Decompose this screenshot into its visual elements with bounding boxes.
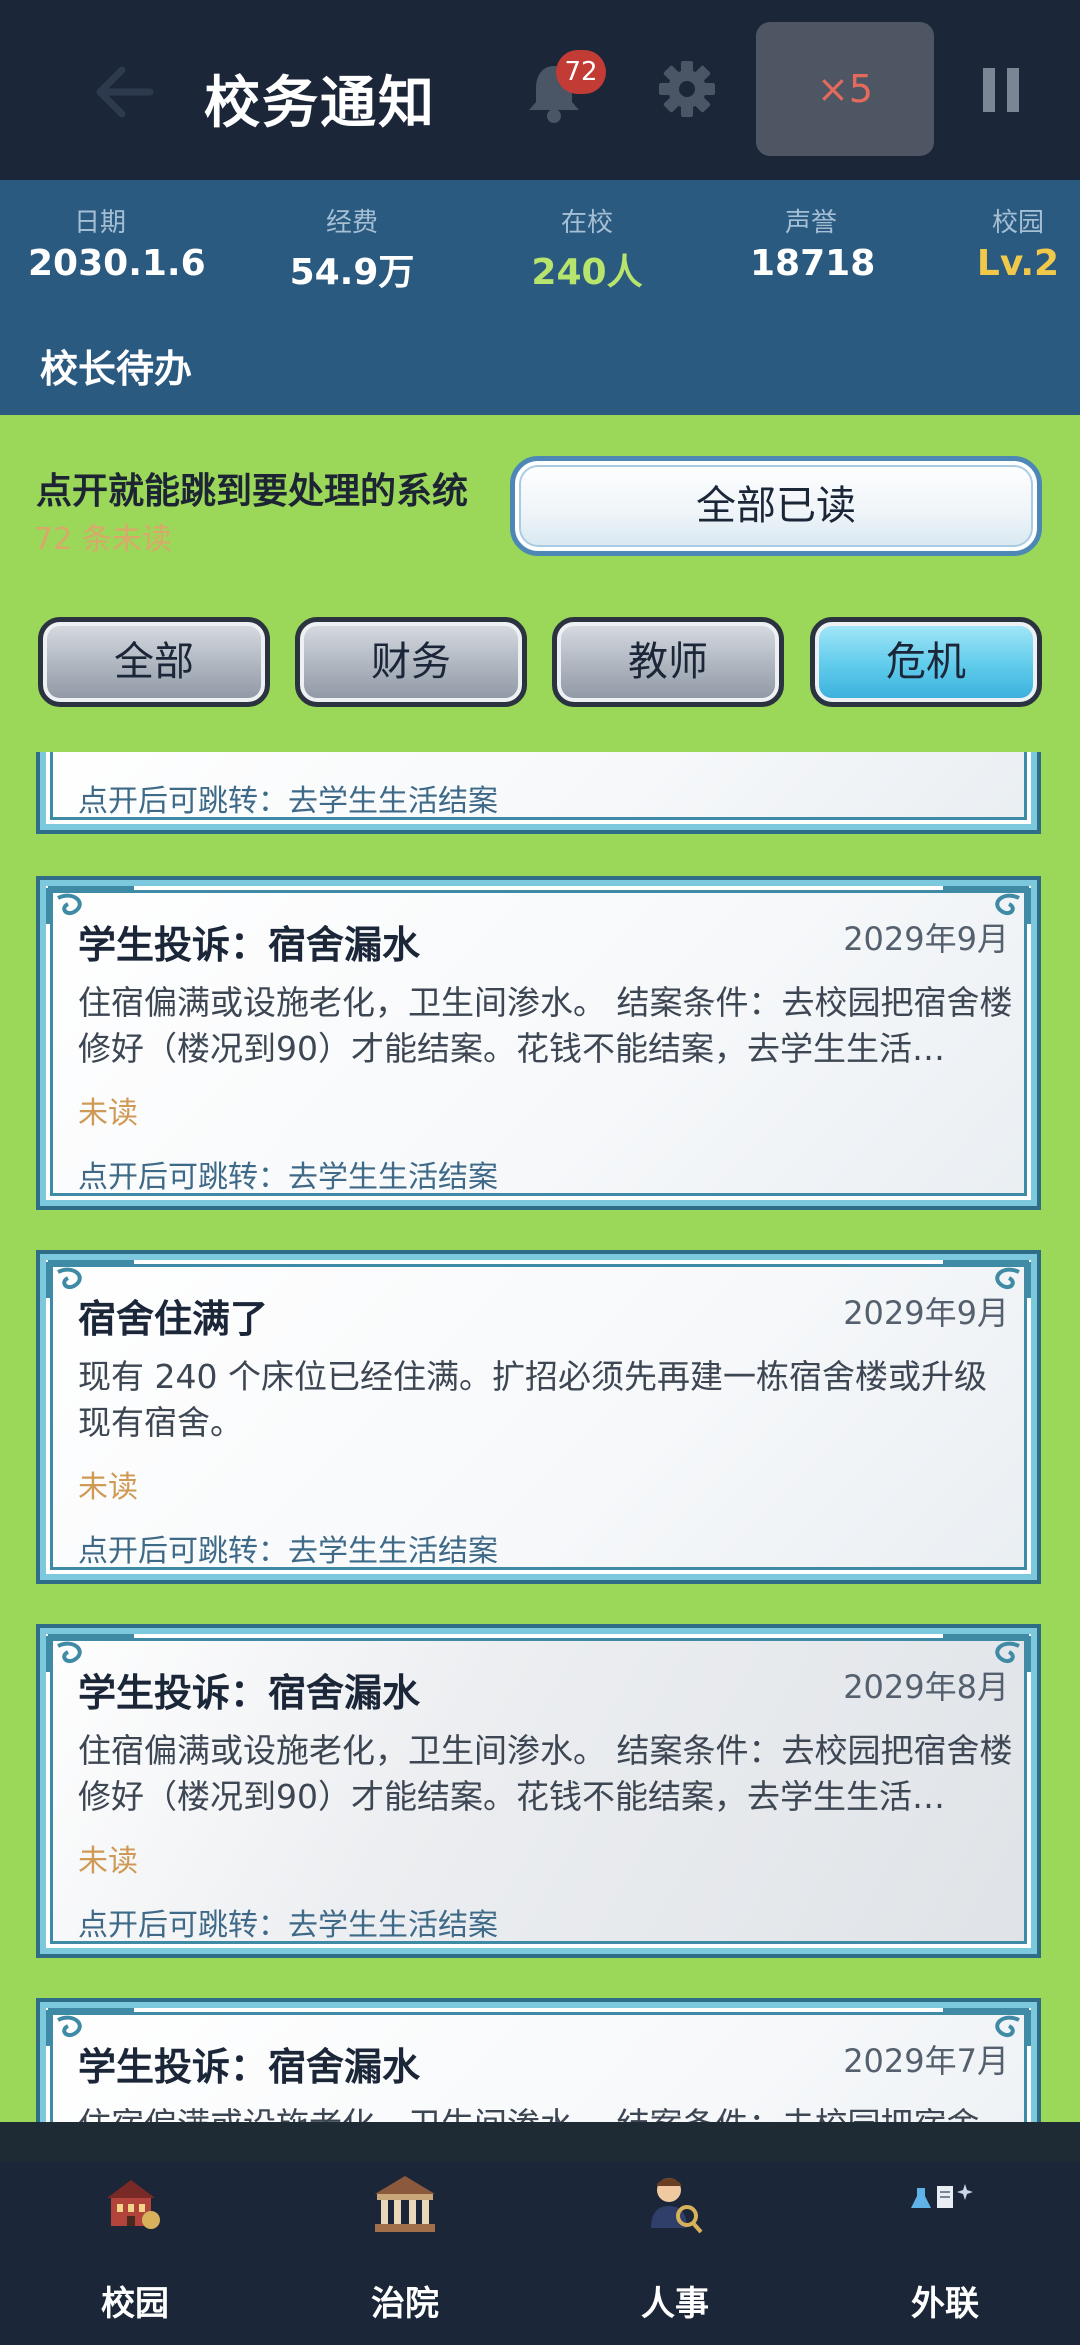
notice-body: 现有 240 个床位已经住满。扩招必须先再建一栋宿舍楼或升级现有宿舍。 <box>78 1357 987 1442</box>
notice-title: 学生投诉：宿舍漏水 <box>78 923 421 967</box>
speed-button[interactable]: ×5 <box>756 22 934 156</box>
stat-value: 54.9万 <box>289 252 415 293</box>
nav-item-personnel[interactable]: 人事 <box>540 2162 810 2345</box>
notice-title: 学生投诉：宿舍漏水 <box>78 2045 421 2089</box>
person-magnifier-icon <box>651 2178 703 2234</box>
notice-hint: 点开后可跳转：去学生生活结案 <box>78 1534 498 1569</box>
notice-date: 2029年9月 <box>843 920 1009 958</box>
nav-label: 外联 <box>911 2284 979 2324</box>
tab-crisis[interactable]: 危机 <box>810 617 1042 707</box>
nav-label: 校园 <box>101 2284 169 2324</box>
tab-finance[interactable]: 财务 <box>295 617 527 707</box>
notice-title: 学生投诉：宿舍漏水 <box>78 1671 421 1715</box>
stat-enrolled: 在校 240人 <box>520 202 654 295</box>
notice-body: 住宿偏满或设施老化，卫生间渗水。 结案条件：去校园把宿舍楼修好（楼况到90）才能… <box>78 1731 1013 1816</box>
stat-reputation: 声誉 18718 <box>750 202 876 284</box>
stat-label: 校园 <box>991 208 1044 238</box>
notice-hint: 点开后可跳转：去学生生活结案 <box>78 1160 498 1195</box>
school-building-icon <box>107 2180 160 2229</box>
nav-item-administration[interactable]: 治院 <box>270 2162 540 2345</box>
notice-hint: 点开后可跳转：去学生生活结案 <box>78 1908 498 1943</box>
unread-count: 72 条未读 <box>34 522 172 557</box>
stat-value: 18718 <box>750 243 876 284</box>
notice-date: 2029年8月 <box>843 1668 1009 1706</box>
notice-card[interactable]: 点开后可跳转：去学生生活结案 <box>36 752 1041 834</box>
nav-label: 人事 <box>641 2284 709 2324</box>
top-bar: 校务通知 72 ×5 <box>0 0 1080 180</box>
nav-item-outreach[interactable]: 外联 <box>810 2162 1080 2345</box>
flask-document-icon <box>911 2184 973 2208</box>
bottom-divider <box>0 2122 1080 2162</box>
notice-card[interactable]: 学生投诉：宿舍漏水 2029年9月 住宿偏满或设施老化，卫生间渗水。 结案条件：… <box>36 876 1041 1210</box>
bottom-nav: 校园 治院 人事 外联 <box>0 2162 1080 2345</box>
notice-card[interactable]: 学生投诉：宿舍漏水 2029年8月 住宿偏满或设施老化，卫生间渗水。 结案条件：… <box>36 1624 1041 1958</box>
nav-label: 治院 <box>371 2284 439 2324</box>
notice-status: 未读 <box>78 1096 138 1131</box>
nav-item-campus[interactable]: 校园 <box>0 2162 270 2345</box>
classical-hall-icon <box>375 2176 435 2232</box>
notice-hint: 点开后可跳转：去学生生活结案 <box>78 784 498 819</box>
stat-value: Lv.2 <box>976 243 1060 284</box>
pause-icon[interactable] <box>983 68 1019 112</box>
tab-teachers[interactable]: 教师 <box>552 617 784 707</box>
back-arrow-icon[interactable] <box>92 62 156 122</box>
stat-label: 声誉 <box>784 208 837 238</box>
notice-card[interactable]: 学生投诉：宿舍漏水 2029年7月 住宿偏满或设施老化，卫生间渗水。 结案条件：… <box>36 1998 1041 2122</box>
notice-body: 住宿偏满或设施老化，卫生间渗水。 结案条件：去校园把宿舍… <box>78 2102 1018 2122</box>
notice-card[interactable]: 宿舍住满了 2029年9月 现有 240 个床位已经住满。扩招必须先再建一栋宿舍… <box>36 1250 1041 1584</box>
notice-date: 2029年9月 <box>843 1294 1009 1332</box>
mark-all-read-button[interactable]: 全部已读 <box>510 456 1042 556</box>
notice-date: 2029年7月 <box>843 2042 1009 2080</box>
section-title: 校长待办 <box>40 347 193 391</box>
notice-list[interactable]: 点开后可跳转：去学生生活结案 学生投诉：宿舍漏水 2029年9月 住宿偏满或设施… <box>0 752 1080 2122</box>
stat-value: 240人 <box>531 252 643 293</box>
stat-funds: 经费 54.9万 <box>285 202 419 295</box>
tab-all[interactable]: 全部 <box>38 617 270 707</box>
notice-body: 住宿偏满或设施老化，卫生间渗水。 结案条件：去校园把宿舍楼修好（楼况到90）才能… <box>78 983 1013 1068</box>
stats-bar: 日期 2030.1.6 经费 54.9万 在校 240人 声誉 18718 校园… <box>0 180 1080 415</box>
stat-label: 日期 <box>73 208 126 238</box>
stat-date: 日期 2030.1.6 <box>28 202 206 284</box>
notification-badge: 72 <box>556 50 606 94</box>
stat-label: 经费 <box>325 208 378 238</box>
stat-campus-level: 校园 Lv.2 <box>972 202 1064 284</box>
subtitle: 点开就能跳到要处理的系统 <box>36 471 469 512</box>
notice-status: 未读 <box>78 1470 138 1505</box>
stat-value: 2030.1.6 <box>28 243 206 284</box>
page-title: 校务通知 <box>204 71 436 136</box>
notice-title: 宿舍住满了 <box>78 1297 269 1341</box>
stat-label: 在校 <box>560 208 613 238</box>
notice-status: 未读 <box>78 1844 138 1879</box>
gear-icon[interactable] <box>658 60 716 118</box>
